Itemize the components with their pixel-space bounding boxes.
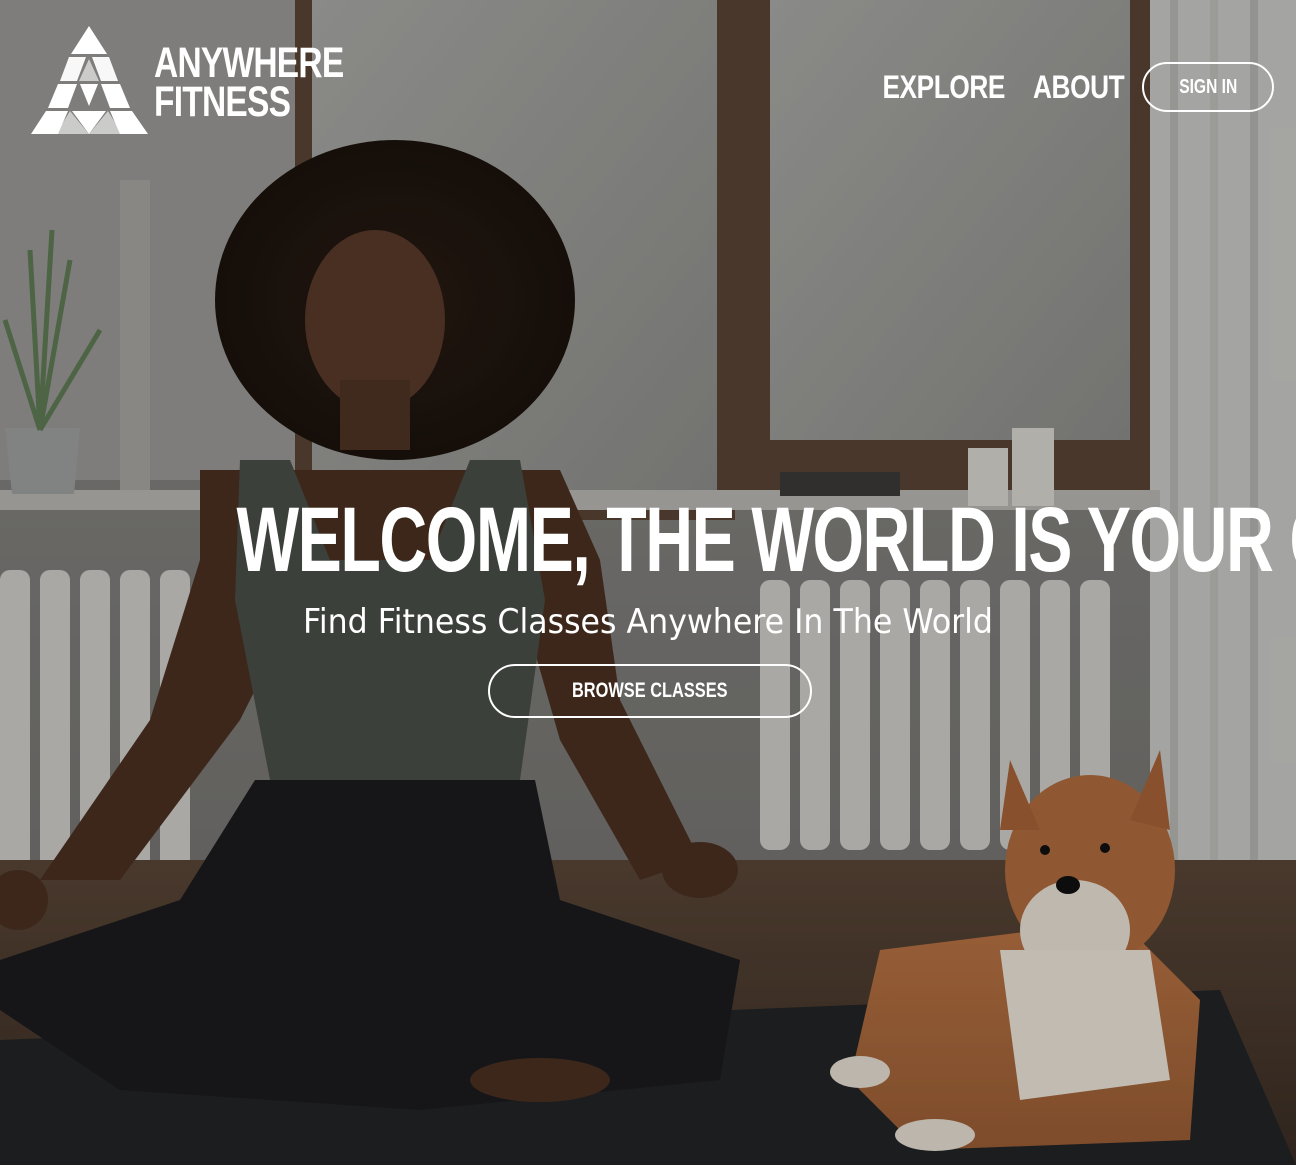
nav-explore-link[interactable]: EXPLORE [883,69,1006,106]
triangle-logo-icon [31,26,148,134]
browse-classes-label: BROWSE CLASSES [572,679,728,702]
brand-logo[interactable]: ANYWHERE FITNESS [28,26,397,138]
sign-in-label: SIGN IN [1178,75,1238,98]
browse-classes-button[interactable]: BROWSE CLASSES [488,664,812,718]
hero-subheadline-text: Find Fitness Classes Anywhere In The Wor… [302,602,994,642]
brand-name: ANYWHERE FITNESS [154,42,344,126]
main-nav: EXPLORE ABOUT SIGN IN [869,62,1274,112]
brand-name-line2: FITNESS [154,78,291,126]
hero-headline-text: WELCOME, THE WORLD IS YOUR GYM. [236,489,1296,591]
hero-headline: WELCOME, THE WORLD IS YOUR GYM. [0,490,1296,590]
hero-section: ANYWHERE FITNESS EXPLORE ABOUT SIGN IN W… [0,0,1296,1165]
hero-subheadline: Find Fitness Classes Anywhere In The Wor… [0,600,1296,644]
sign-in-button[interactable]: SIGN IN [1142,62,1274,112]
nav-about-link[interactable]: ABOUT [1033,69,1125,106]
